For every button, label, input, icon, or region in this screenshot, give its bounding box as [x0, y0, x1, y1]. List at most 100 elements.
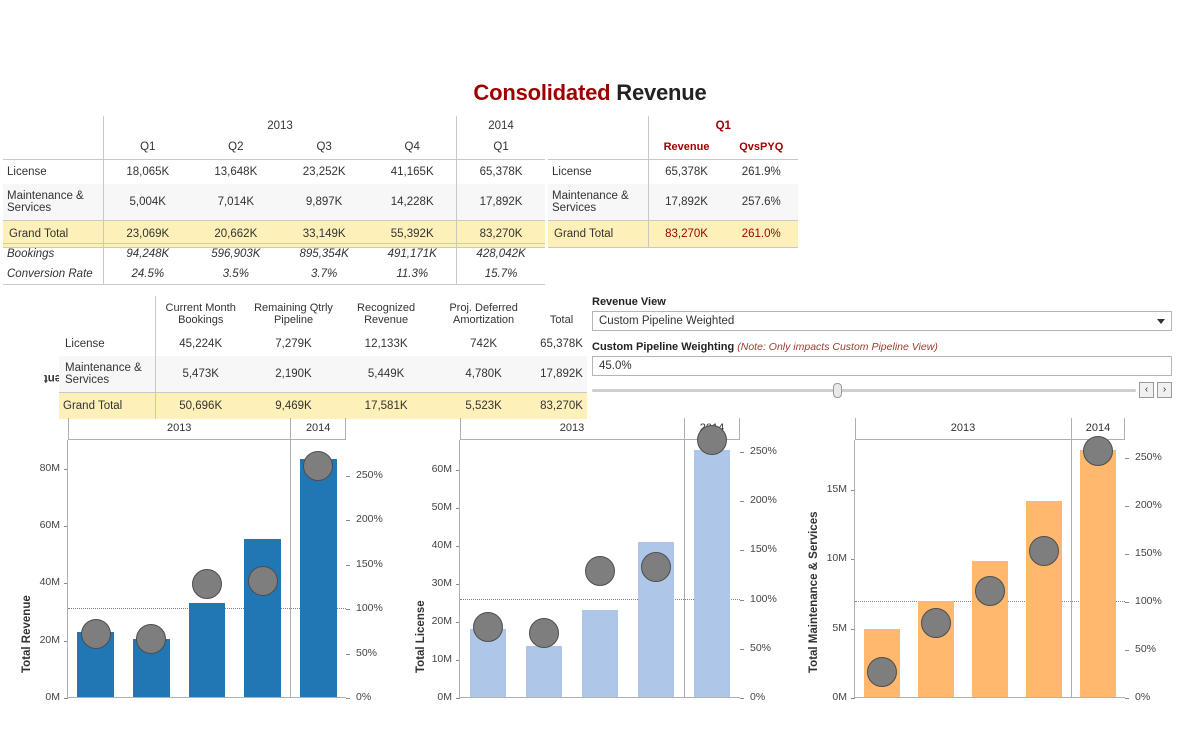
- year-header: 2013: [102, 116, 457, 135]
- table-row: Conversion Rate 24.5% 3.5% 3.7% 11.3% 15.7%: [3, 264, 545, 285]
- column-header: Revenue: [647, 135, 725, 160]
- data-point-marker: [921, 608, 951, 639]
- table-row: Maintenance & Services 5,473K 2,190K 5,449K…: [59, 356, 587, 393]
- column-header: Recognized Revenue: [357, 302, 416, 326]
- chart-baseline: [460, 697, 740, 698]
- quarter-header: Q1: [456, 135, 545, 160]
- cell-value: 5,449K: [367, 368, 405, 380]
- y-axis-tick-label: 40M: [431, 539, 452, 552]
- cell-value: 65,378K: [456, 159, 545, 184]
- cell-value: 596,903K: [211, 248, 261, 260]
- year-label: 2013: [166, 422, 192, 434]
- chart-left-axis: 0M 5M 10M 15M: [821, 440, 855, 703]
- slider-increment-button[interactable]: ›: [1157, 382, 1172, 398]
- data-point-marker: [80, 618, 111, 649]
- secondary-axis-tick-mark: [1125, 554, 1129, 556]
- cell-value: 65,378K: [647, 159, 725, 184]
- secondary-axis-tick-mark: [1125, 506, 1129, 508]
- data-point-marker: [192, 569, 222, 600]
- chart-baseline: [68, 697, 346, 698]
- secondary-axis-tick-mark: [346, 475, 350, 477]
- bar: [188, 602, 226, 698]
- weighting-note: (Note: Only impacts Custom Pipeline View…: [737, 341, 938, 353]
- weighting-slider[interactable]: [592, 382, 1136, 398]
- year-band-left-edge: [68, 418, 69, 440]
- weighting-slider-row: ‹ ›: [592, 382, 1172, 398]
- data-point-marker: [697, 425, 727, 455]
- secondary-axis-tick-mark: [346, 520, 350, 522]
- quarter-header: Q1: [102, 135, 192, 160]
- cell-value: 83,270K: [647, 220, 725, 248]
- revenue-view-dropdown[interactable]: Custom Pipeline Weighted: [592, 311, 1172, 331]
- cell-value: 9,897K: [305, 196, 343, 208]
- secondary-axis-tick-label: 0%: [356, 691, 372, 703]
- chart-y-axis-title: Total Maintenance & Services: [793, 418, 820, 683]
- cell-value: 3.7%: [311, 268, 338, 280]
- chart-plot-area: [855, 435, 1125, 698]
- cell-value: 83,270K: [536, 392, 587, 419]
- secondary-axis-tick-mark: [740, 648, 744, 650]
- chart-left-axis: 0M 20M 40M 60M 80M: [34, 440, 68, 703]
- year-band-left-edge: [855, 418, 856, 440]
- year-label: 2014: [305, 422, 331, 434]
- chevron-down-icon: [1157, 318, 1165, 324]
- table-row: Maintenance & Services 5,004K 7,014K 9,897K…: [3, 184, 545, 221]
- cell-value: 17,581K: [341, 392, 432, 419]
- q1-group-header: Q1: [647, 116, 798, 135]
- projected-table-side-label: Projected Current Qtr. Revenue: [9, 296, 141, 408]
- secondary-axis-tick-mark: [346, 564, 350, 566]
- y-axis-tick-mark: [456, 698, 460, 699]
- secondary-axis-tick-label: 200%: [1135, 499, 1162, 512]
- year-separator: [684, 440, 685, 698]
- secondary-axis-tick-label: 250%: [356, 468, 383, 481]
- secondary-axis-tick-mark: [740, 599, 744, 601]
- year-band-right-edge: [1124, 418, 1125, 440]
- weighting-value: 45.0%: [599, 360, 632, 372]
- weighting-label-text: Custom Pipeline Weighting: [592, 341, 735, 353]
- revenue-view-value: Custom Pipeline Weighted: [599, 315, 735, 327]
- y-axis-tick-label: 30M: [431, 577, 452, 590]
- slider-handle[interactable]: [832, 383, 842, 398]
- chart-right-axis: 0% 50% 100% 150% 200% 250%: [346, 440, 396, 703]
- y-axis-tick-label: 0M: [832, 691, 847, 703]
- y-axis-tick-label: 60M: [431, 463, 452, 476]
- cell-value: 94,248K: [102, 243, 192, 264]
- weighting-input[interactable]: 45.0%: [592, 356, 1172, 376]
- chart-baseline: [855, 697, 1125, 698]
- secondary-axis-tick-mark: [740, 451, 744, 453]
- data-point-marker: [585, 555, 615, 586]
- y-axis-tick-label: 0M: [45, 691, 60, 703]
- cell-value: 261.0%: [724, 220, 798, 248]
- cell-value: 5,004K: [102, 184, 192, 221]
- chart-left-axis: 0M 10M 20M 30M 40M 50M 60M: [426, 440, 460, 703]
- secondary-axis-tick-mark: [346, 698, 350, 699]
- y-axis-tick-label: 5M: [832, 621, 847, 634]
- cell-value: 17,892K: [647, 184, 725, 221]
- bar: [299, 459, 337, 698]
- quarter-header: Q2: [191, 135, 280, 160]
- bar: [244, 539, 281, 698]
- chart-plot-area: [460, 425, 740, 698]
- cell-value: 5,523K: [431, 392, 537, 419]
- cell-value: 428,042K: [456, 243, 545, 264]
- chart-plot-area: [68, 440, 346, 698]
- secondary-axis-tick-label: 100%: [750, 592, 777, 605]
- row-label: Conversion Rate: [7, 268, 93, 280]
- cell-value: 17,892K: [540, 368, 583, 380]
- cell-value: 23,252K: [302, 166, 346, 178]
- left-axis-line: [854, 440, 855, 698]
- slider-decrement-button[interactable]: ‹: [1139, 382, 1154, 398]
- secondary-axis-tick-label: 150%: [356, 557, 383, 570]
- cell-value: 41,165K: [390, 166, 434, 178]
- cell-value: 65,378K: [540, 338, 583, 350]
- cell-value: 5,473K: [154, 356, 246, 393]
- chart-y-axis-title: Total License: [400, 418, 427, 683]
- y-axis-tick-label: 20M: [431, 615, 452, 628]
- secondary-axis-tick-label: 100%: [356, 602, 383, 615]
- chart-right-axis: 0% 50% 100% 150% 200% 250%: [1125, 440, 1175, 703]
- cell-value: 11.3%: [396, 268, 429, 280]
- year-separator: [1071, 440, 1072, 698]
- data-point-marker: [1083, 435, 1113, 466]
- year-separator: [1071, 418, 1072, 440]
- secondary-axis-tick-label: 200%: [750, 494, 777, 507]
